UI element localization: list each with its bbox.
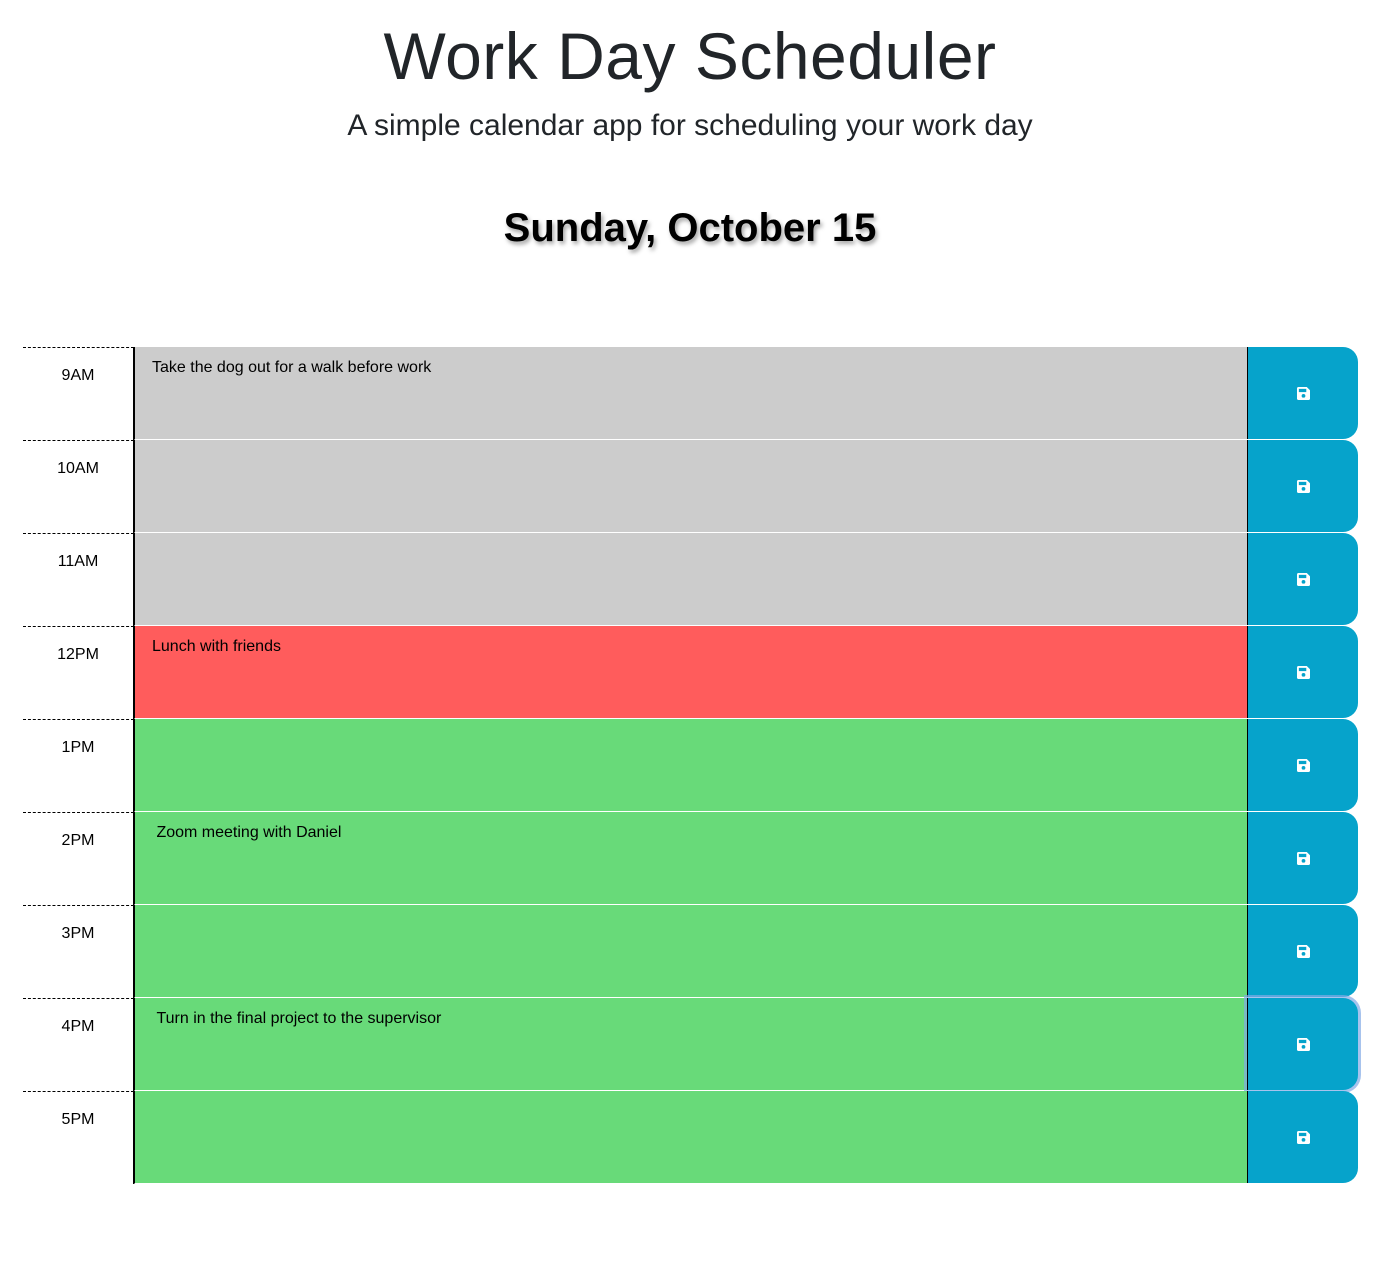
time-block-1pm: 1PM <box>23 719 1358 812</box>
description-input[interactable] <box>134 905 1247 998</box>
hour-label: 1PM <box>23 719 134 812</box>
time-block-9am: 9AM Take the dog out for a walk before w… <box>23 347 1358 440</box>
current-day: Sunday, October 15 <box>503 206 877 250</box>
floppy-disk-icon <box>1296 1130 1310 1144</box>
description-input[interactable]: Turn in the final project to the supervi… <box>134 998 1247 1091</box>
hour-label: 5PM <box>23 1091 134 1184</box>
hour-label: 4PM <box>23 998 134 1091</box>
description-input[interactable]: Take the dog out for a walk before work <box>134 347 1247 440</box>
hour-label: 10AM <box>23 440 134 533</box>
floppy-disk-icon <box>1296 1037 1310 1051</box>
save-button[interactable] <box>1247 440 1358 532</box>
floppy-disk-icon <box>1296 665 1310 679</box>
time-block-3pm: 3PM <box>23 905 1358 998</box>
save-button[interactable] <box>1247 347 1358 439</box>
save-button[interactable] <box>1247 719 1358 811</box>
time-block-4pm: 4PM Turn in the final project to the sup… <box>23 998 1358 1091</box>
hour-label: 11AM <box>23 533 134 626</box>
page-header: Work Day Scheduler A simple calendar app… <box>0 0 1380 300</box>
time-block-11am: 11AM <box>23 533 1358 626</box>
save-button[interactable] <box>1247 998 1358 1090</box>
description-input[interactable] <box>134 1091 1247 1184</box>
time-block-2pm: 2PM Zoom meeting with Daniel <box>23 812 1358 905</box>
hour-label: 9AM <box>23 347 134 440</box>
description-input[interactable] <box>134 440 1247 533</box>
floppy-disk-icon <box>1296 479 1310 493</box>
time-block-10am: 10AM <box>23 440 1358 533</box>
hour-label: 12PM <box>23 626 134 719</box>
save-button[interactable] <box>1247 533 1358 625</box>
floppy-disk-icon <box>1296 572 1310 586</box>
description-input[interactable] <box>134 533 1247 626</box>
save-button[interactable] <box>1247 812 1358 904</box>
floppy-disk-icon <box>1296 386 1310 400</box>
hour-label: 3PM <box>23 905 134 998</box>
floppy-disk-icon <box>1296 758 1310 772</box>
page-subtitle: A simple calendar app for scheduling you… <box>347 109 1033 142</box>
save-button[interactable] <box>1247 626 1358 718</box>
save-button[interactable] <box>1247 905 1358 997</box>
hour-label: 2PM <box>23 812 134 905</box>
page-title: Work Day Scheduler <box>383 19 997 93</box>
time-block-12pm: 12PM Lunch with friends <box>23 626 1358 719</box>
description-input[interactable] <box>134 719 1247 812</box>
floppy-disk-icon <box>1296 851 1310 865</box>
description-input[interactable]: Zoom meeting with Daniel <box>134 812 1247 905</box>
schedule-container: 9AM Take the dog out for a walk before w… <box>23 347 1358 1184</box>
floppy-disk-icon <box>1296 944 1310 958</box>
save-button[interactable] <box>1247 1091 1358 1183</box>
description-input[interactable]: Lunch with friends <box>134 626 1247 719</box>
time-block-5pm: 5PM <box>23 1091 1358 1184</box>
